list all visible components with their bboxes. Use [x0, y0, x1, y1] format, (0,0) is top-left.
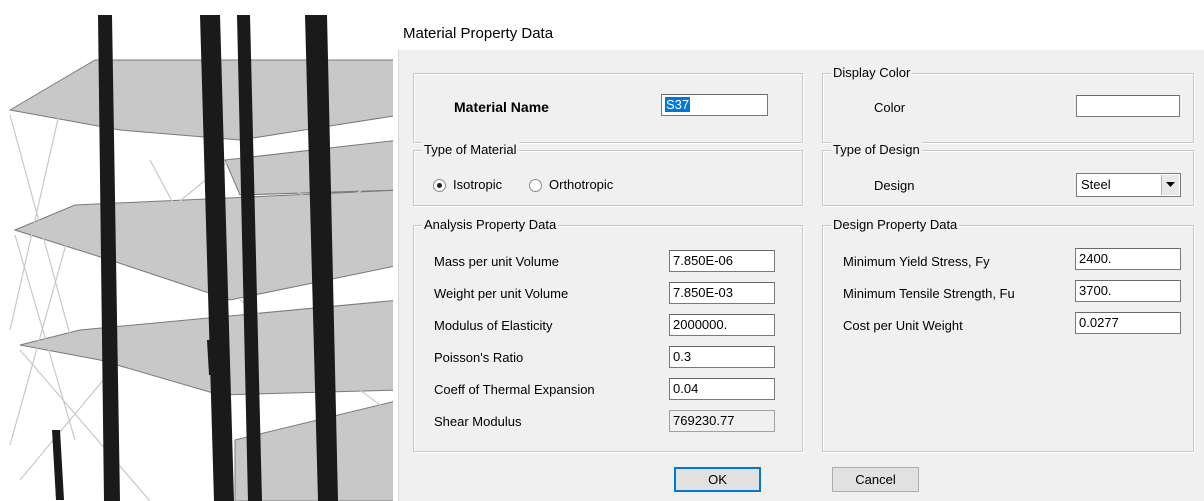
type-of-design-legend: Type of Design: [831, 142, 922, 158]
cost-per-weight-input[interactable]: 0.0277: [1075, 312, 1181, 334]
poisson-ratio-input[interactable]: 0.3: [669, 346, 775, 368]
material-property-dialog: Material Property Data Material Name S37…: [393, 0, 1204, 501]
analysis-property-legend: Analysis Property Data: [422, 217, 559, 233]
orthotropic-label: Orthotropic: [549, 177, 614, 192]
dialog-client-area: Material Name S37 Display Color Color Ty…: [398, 50, 1204, 501]
cost-per-weight-label: Cost per Unit Weight: [843, 318, 963, 333]
ok-button[interactable]: OK: [674, 467, 761, 492]
analysis-property-group: Analysis Property Data Mass per unit Vol…: [413, 217, 803, 452]
type-of-design-group: Type of Design Design Steel: [822, 142, 1194, 206]
color-swatch[interactable]: [1076, 95, 1180, 117]
design-label: Design: [874, 178, 915, 193]
display-color-group: Display Color Color: [822, 65, 1194, 143]
cancel-button[interactable]: Cancel: [832, 467, 919, 492]
isotropic-radio[interactable]: [433, 179, 446, 192]
design-select[interactable]: Steel: [1076, 173, 1181, 197]
weight-per-volume-label: Weight per unit Volume: [434, 286, 569, 301]
weight-per-volume-input[interactable]: 7.850E-03: [669, 282, 775, 304]
yield-stress-input[interactable]: 2400.: [1075, 248, 1181, 270]
color-label: Color: [874, 100, 906, 115]
model-viewport[interactable]: [0, 0, 400, 501]
type-of-material-legend: Type of Material: [422, 142, 519, 158]
thermal-expansion-label: Coeff of Thermal Expansion: [434, 382, 595, 397]
modulus-elasticity-label: Modulus of Elasticity: [434, 318, 553, 333]
chevron-down-icon[interactable]: [1161, 175, 1179, 195]
structure-3d-view: [8, 15, 400, 501]
thermal-expansion-input[interactable]: 0.04: [669, 378, 775, 400]
design-property-group: Design Property Data Minimum Yield Stres…: [822, 217, 1194, 452]
orthotropic-radio[interactable]: [529, 179, 542, 192]
mass-per-volume-label: Mass per unit Volume: [434, 254, 560, 269]
title-bar[interactable]: Material Property Data: [393, 0, 1204, 50]
yield-stress-label: Minimum Yield Stress, Fy: [843, 254, 990, 269]
column-5: [52, 430, 64, 500]
material-name-label: Material Name: [454, 99, 549, 115]
modulus-elasticity-input[interactable]: 2000000.: [669, 314, 775, 336]
dialog-title: Material Property Data: [403, 25, 554, 42]
mass-per-volume-input[interactable]: 7.850E-06: [669, 250, 775, 272]
material-name-group: Material Name S37: [413, 73, 803, 143]
poisson-ratio-label: Poisson's Ratio: [434, 350, 524, 365]
tensile-strength-label: Minimum Tensile Strength, Fu: [843, 286, 1015, 301]
type-of-material-group: Type of Material Isotropic Orthotropic: [413, 142, 803, 206]
display-color-legend: Display Color: [831, 65, 913, 81]
tensile-strength-input[interactable]: 3700.: [1075, 280, 1181, 302]
material-name-input[interactable]: S37: [661, 94, 768, 116]
shear-modulus-value: 769230.77: [669, 410, 775, 432]
isotropic-label: Isotropic: [453, 177, 503, 192]
design-property-legend: Design Property Data: [831, 217, 960, 233]
shear-modulus-label: Shear Modulus: [434, 414, 522, 429]
